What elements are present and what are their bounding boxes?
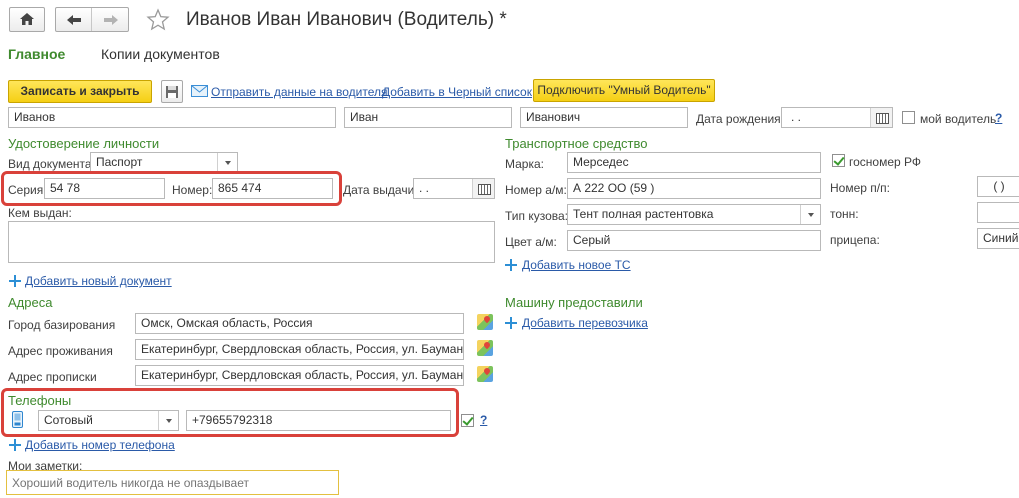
map-icon[interactable] <box>477 366 493 382</box>
patronymic-input[interactable]: Иванович <box>520 107 688 128</box>
plus-icon <box>9 439 21 451</box>
tons-input[interactable] <box>977 202 1019 223</box>
issue-date-value: . . <box>419 181 430 195</box>
residence-input[interactable]: Екатеринбург, Свердловская область, Росс… <box>135 339 464 360</box>
last-name-input[interactable]: Иванов <box>8 107 336 128</box>
smart-driver-button[interactable]: Подключить "Умный Водитель" <box>533 79 715 102</box>
trailer-color-input[interactable]: Синий <box>977 228 1019 249</box>
body-type-select[interactable]: Тент полная растентовка <box>567 204 821 225</box>
issued-by-label: Кем выдан: <box>8 206 72 220</box>
add-document-link[interactable]: Добавить новый документ <box>25 274 172 288</box>
tons-label: тонн: <box>830 207 859 221</box>
arrow-left-icon <box>67 15 81 25</box>
favorite-star-icon[interactable] <box>146 8 170 31</box>
arrow-right-icon <box>104 15 118 25</box>
my-driver-label: мой водитель <box>920 112 997 126</box>
body-type-value: Тент полная растентовка <box>573 207 714 221</box>
phone-help-link[interactable]: ? <box>480 413 487 427</box>
registration-label: Адрес прописки <box>8 370 97 384</box>
forward-button[interactable] <box>93 8 128 31</box>
issued-by-textarea[interactable] <box>8 221 495 263</box>
save-close-button[interactable]: Записать и закрыть <box>8 80 152 103</box>
chevron-down-icon[interactable] <box>158 411 178 430</box>
home-icon <box>20 13 34 25</box>
mobile-phone-icon <box>12 411 23 428</box>
doc-type-value: Паспорт <box>96 155 143 169</box>
floppy-disk-icon <box>166 86 178 98</box>
back-button[interactable] <box>56 8 92 31</box>
phones-section-title: Телефоны <box>8 393 72 408</box>
vehicle-section-title: Транспортное средство <box>505 136 648 151</box>
issue-date-input[interactable]: . . <box>413 178 495 199</box>
issue-date-label: Дата выдачи: <box>343 183 418 197</box>
notes-input[interactable] <box>6 470 339 495</box>
calendar-icon[interactable] <box>870 108 892 127</box>
trailer-number-input[interactable]: ( ) <box>977 176 1019 197</box>
add-blacklist-link[interactable]: Добавить в Черный список <box>382 85 532 99</box>
birth-date-input[interactable]: . . <box>781 107 893 128</box>
residence-label: Адрес проживания <box>8 344 113 358</box>
first-name-input[interactable]: Иван <box>344 107 512 128</box>
phone-main-checkbox[interactable] <box>461 414 474 427</box>
save-button[interactable] <box>161 80 183 103</box>
brand-input[interactable]: Мерседес <box>567 152 821 173</box>
registration-input[interactable]: Екатеринбург, Свердловская область, Росс… <box>135 365 464 386</box>
brand-label: Марка: <box>505 157 544 171</box>
chevron-down-icon[interactable] <box>217 153 237 172</box>
base-city-input[interactable]: Омск, Омская область, Россия <box>135 313 464 334</box>
envelope-icon <box>191 85 208 97</box>
plate-input[interactable]: А 222 ОО (59 ) <box>567 178 821 199</box>
plate-label: Номер а/м: <box>505 183 567 197</box>
plus-icon <box>9 275 21 287</box>
phone-number-input[interactable]: +79655792318 <box>186 410 451 431</box>
birth-date-label: Дата рождения: <box>696 112 784 126</box>
help-link[interactable]: ? <box>995 111 1002 125</box>
chevron-down-icon[interactable] <box>800 205 820 224</box>
ru-plate-checkbox[interactable] <box>832 154 845 167</box>
calendar-icon[interactable] <box>472 179 494 198</box>
phone-type-value: Сотовый <box>44 413 93 427</box>
add-phone-link[interactable]: Добавить номер телефона <box>25 438 175 452</box>
map-icon[interactable] <box>477 340 493 356</box>
home-button[interactable] <box>9 7 45 32</box>
plus-icon <box>505 317 517 329</box>
phone-type-select[interactable]: Сотовый <box>38 410 179 431</box>
my-driver-checkbox[interactable] <box>902 111 915 124</box>
base-city-label: Город базирования <box>8 318 116 332</box>
window-title: Иванов Иван Иванович (Водитель) * <box>186 9 507 30</box>
body-type-label: Тип кузова: <box>505 209 569 223</box>
map-icon[interactable] <box>477 314 493 330</box>
tab-doc-copies[interactable]: Копии документов <box>101 46 220 62</box>
add-vehicle-link[interactable]: Добавить новое ТС <box>522 258 631 272</box>
birth-date-value: . . <box>791 110 802 124</box>
send-data-link[interactable]: Отправить данные на водителя <box>211 85 388 99</box>
provided-section-title: Машину предоставили <box>505 295 643 310</box>
identity-section-title: Удостоверение личности <box>8 136 160 151</box>
highlight-box-passport <box>1 171 342 206</box>
doc-type-label: Вид документа: <box>8 157 95 171</box>
vehicle-color-label: Цвет а/м: <box>505 235 557 249</box>
tab-main[interactable]: Главное <box>8 46 65 62</box>
plus-icon <box>505 259 517 271</box>
vehicle-color-input[interactable]: Серый <box>567 230 821 251</box>
add-carrier-link[interactable]: Добавить перевозчика <box>522 316 648 330</box>
ru-plate-label: госномер РФ <box>849 155 922 169</box>
trailer-label: прицепа: <box>830 233 880 247</box>
trailer-number-label: Номер п/п: <box>830 181 890 195</box>
doc-type-select[interactable]: Паспорт <box>90 152 238 173</box>
addresses-section-title: Адреса <box>8 295 53 310</box>
